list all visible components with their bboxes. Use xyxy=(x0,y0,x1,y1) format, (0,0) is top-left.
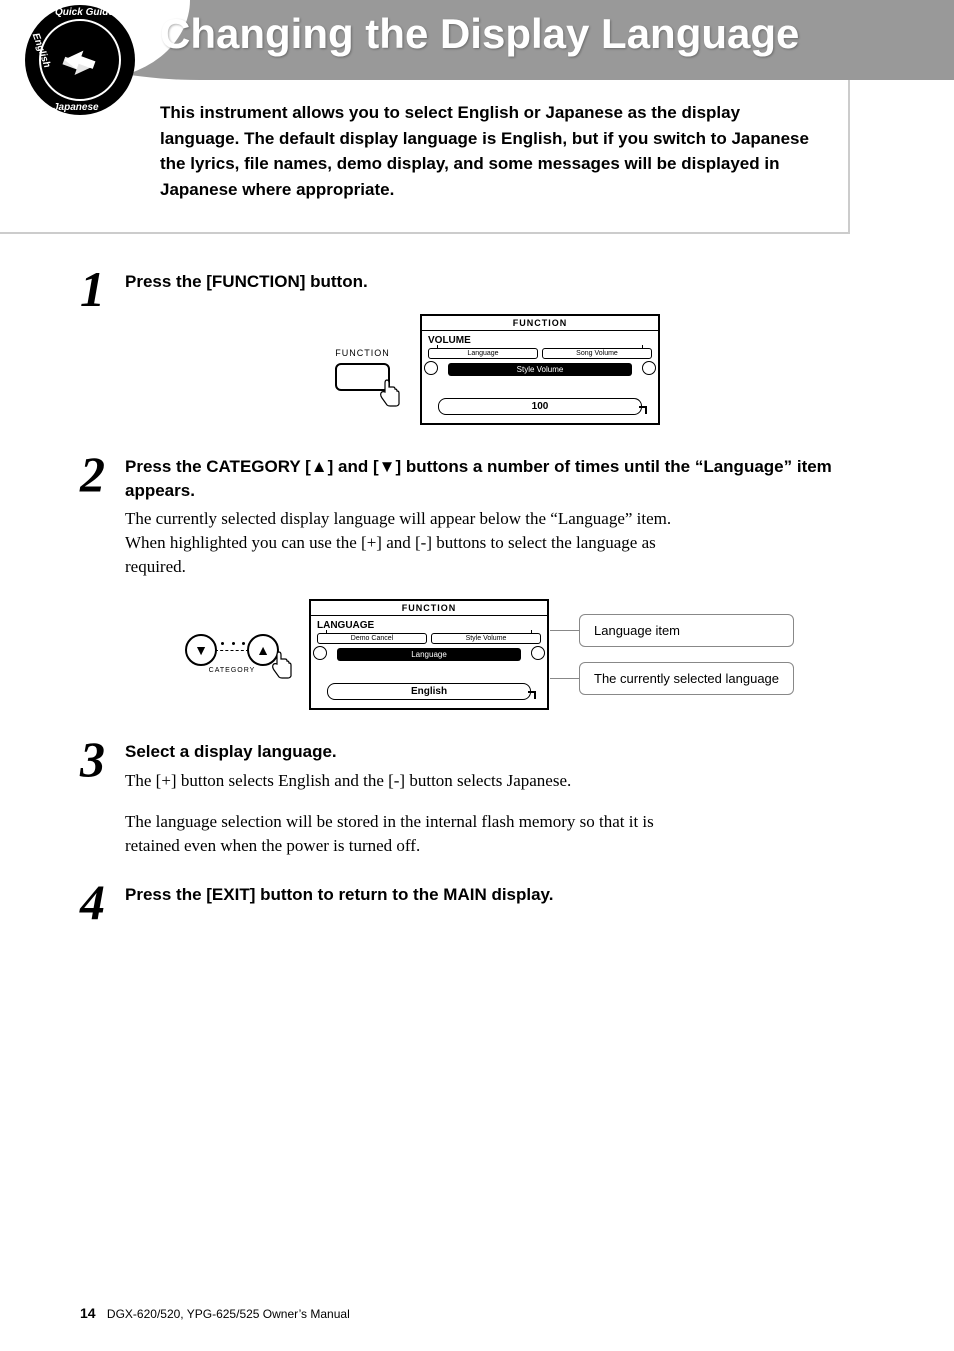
step-title: Press the [FUNCTION] button. xyxy=(125,270,870,294)
knob-right-icon: ► xyxy=(642,361,656,375)
step-1: 1 Press the [FUNCTION] button. FUNCTION … xyxy=(80,270,870,425)
lcd-center-text: Language xyxy=(411,650,447,659)
step-4: 4 Press the [EXIT] button to return to t… xyxy=(80,883,870,907)
lcd-value: 100 xyxy=(438,398,642,415)
lcd-center-item: ◄ Language ► xyxy=(337,648,521,661)
step-body-p1: The [+] button selects English and the [… xyxy=(125,769,685,793)
step-2: 2 Press the CATEGORY [▲] and [▼] buttons… xyxy=(80,455,870,710)
pointing-hand-icon xyxy=(377,378,403,414)
step-body-p2: The language selection will be stored in… xyxy=(125,810,685,858)
title-part: Press the CATEGORY [ xyxy=(125,457,311,476)
callout-current-language: The currently selected language xyxy=(579,662,794,695)
function-button-icon xyxy=(335,363,390,391)
category-down-button-icon: ▼ xyxy=(185,634,217,666)
document-name: DGX-620/520, YPG-625/525 Owner’s Manual xyxy=(107,1307,350,1321)
lcd-value: English xyxy=(327,683,531,700)
category-label: CATEGORY xyxy=(209,667,256,674)
step-title: Select a display language. xyxy=(125,740,870,764)
lcd-tab-right: Style Volume xyxy=(431,633,541,644)
function-button-diagram: FUNCTION xyxy=(335,348,390,391)
quick-guide-badge: Quick Guide English Japanese xyxy=(25,5,135,115)
lcd-center-item: ◄ Style Volume ► xyxy=(448,363,632,376)
title-part: ] and [ xyxy=(328,457,379,476)
category-down-icon: ▼ xyxy=(379,457,396,476)
step-number: 3 xyxy=(80,730,105,788)
badge-label-bottom: Japanese xyxy=(53,102,99,113)
lcd-heading: LANGUAGE xyxy=(317,620,541,631)
step-body-p2: When highlighted you can use the [+] and… xyxy=(125,531,685,579)
badge-label-top: Quick Guide xyxy=(55,7,114,18)
step-number: 1 xyxy=(80,260,105,318)
step-3: 3 Select a display language. The [+] but… xyxy=(80,740,870,858)
page-title: Changing the Display Language xyxy=(160,10,799,58)
function-label: FUNCTION xyxy=(335,348,390,358)
page-number: 14 xyxy=(80,1305,96,1321)
category-up-icon: ▲ xyxy=(311,457,328,476)
category-up-button-icon: ▲ xyxy=(247,634,279,666)
lcd-title: FUNCTION xyxy=(311,601,547,616)
step-number: 2 xyxy=(80,445,105,503)
swap-arrows-icon xyxy=(60,40,100,80)
knob-left-icon: ◄ xyxy=(424,361,438,375)
step-title: Press the [EXIT] button to return to the… xyxy=(125,883,870,907)
lcd-tab-left: Language xyxy=(428,348,538,359)
lcd-tab-left: Demo Cancel xyxy=(317,633,427,644)
callout-language-item: Language item xyxy=(579,614,794,647)
step-title: Press the CATEGORY [▲] and [▼] buttons a… xyxy=(125,455,870,503)
knob-right-icon: ► xyxy=(531,646,545,660)
lcd-tab-right: Song Volume xyxy=(542,348,652,359)
lcd-title: FUNCTION xyxy=(422,316,658,331)
lcd-heading: VOLUME xyxy=(428,335,652,346)
page-footer: 14 DGX-620/520, YPG-625/525 Owner’s Manu… xyxy=(80,1305,350,1321)
pointing-hand-icon xyxy=(269,650,295,686)
step-body-p1: The currently selected display language … xyxy=(125,507,685,531)
step-number: 4 xyxy=(80,873,105,931)
lcd-screen-1: FUNCTION VOLUME Language Song Volume ◄ S… xyxy=(420,314,660,425)
lcd-center-text: Style Volume xyxy=(517,365,564,374)
knob-left-icon: ◄ xyxy=(313,646,327,660)
lcd-screen-2: FUNCTION LANGUAGE Demo Cancel Style Volu… xyxy=(309,599,549,710)
category-buttons-diagram: ▼ ▲ CATEGORY xyxy=(185,634,279,674)
